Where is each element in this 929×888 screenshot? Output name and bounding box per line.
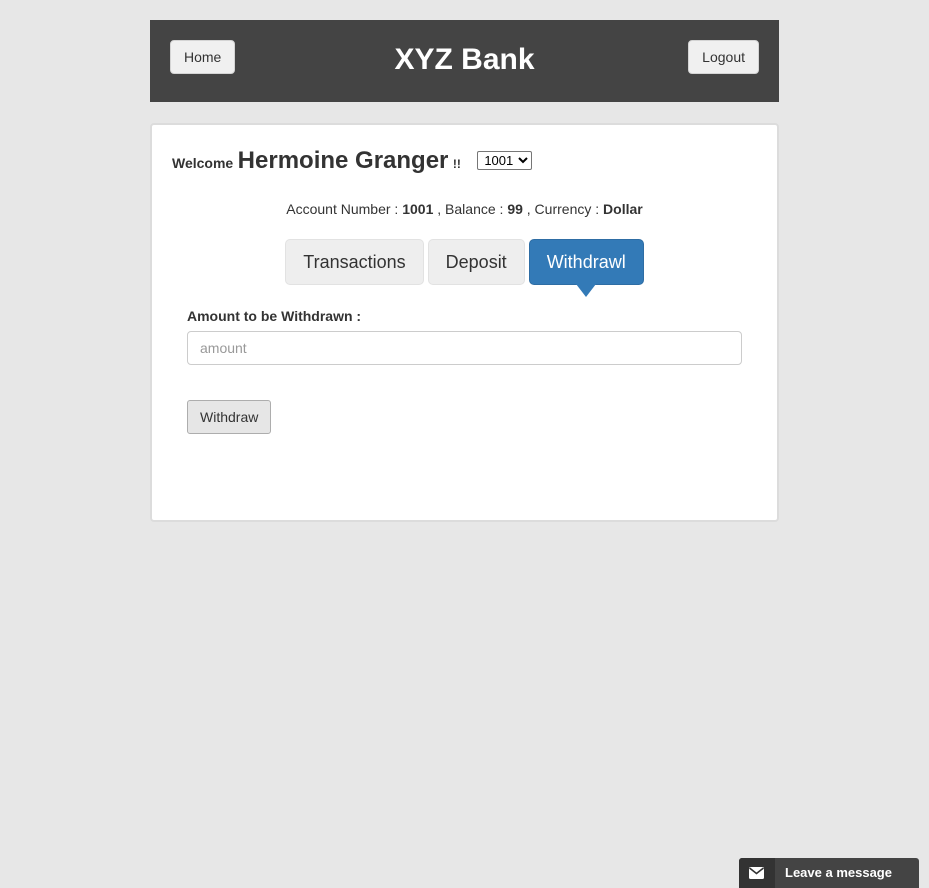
bank-title: XYZ Bank xyxy=(394,43,535,76)
leave-message-widget[interactable]: Leave a message xyxy=(739,858,919,888)
account-info: Account Number : 1001 , Balance : 99 , C… xyxy=(152,201,777,217)
account-panel: Welcome Hermoine Granger !! 1001 Account… xyxy=(150,123,779,522)
currency-label: , Currency : xyxy=(526,201,600,217)
tab-withdrawl[interactable]: Withdrawl xyxy=(528,239,644,297)
top-header: Home XYZ Bank Logout xyxy=(150,20,779,102)
customer-name: Hermoine Granger xyxy=(237,147,449,174)
account-tabs: Transactions Deposit Withdrawl xyxy=(152,239,777,297)
amount-label: Amount to be Withdrawn : xyxy=(187,308,362,324)
currency-value: Dollar xyxy=(603,201,643,217)
amount-input[interactable] xyxy=(187,331,742,365)
leave-message-label: Leave a message xyxy=(785,865,892,880)
balance-value: 99 xyxy=(507,201,523,217)
welcome-suffix: !! xyxy=(452,157,461,171)
tab-deposit[interactable]: Deposit xyxy=(427,239,525,285)
envelope-icon xyxy=(739,858,775,888)
account-select[interactable]: 1001 xyxy=(477,151,533,170)
account-number-value: 1001 xyxy=(402,201,434,217)
logout-button[interactable]: Logout xyxy=(688,40,759,74)
tab-transactions[interactable]: Transactions xyxy=(285,239,424,285)
withdraw-button[interactable]: Withdraw xyxy=(187,400,272,434)
welcome-row: Welcome Hermoine Granger !! 1001 xyxy=(172,147,533,175)
account-number-label: Account Number : xyxy=(286,201,399,217)
balance-label: , Balance : xyxy=(437,201,504,217)
welcome-label: Welcome xyxy=(172,155,234,171)
